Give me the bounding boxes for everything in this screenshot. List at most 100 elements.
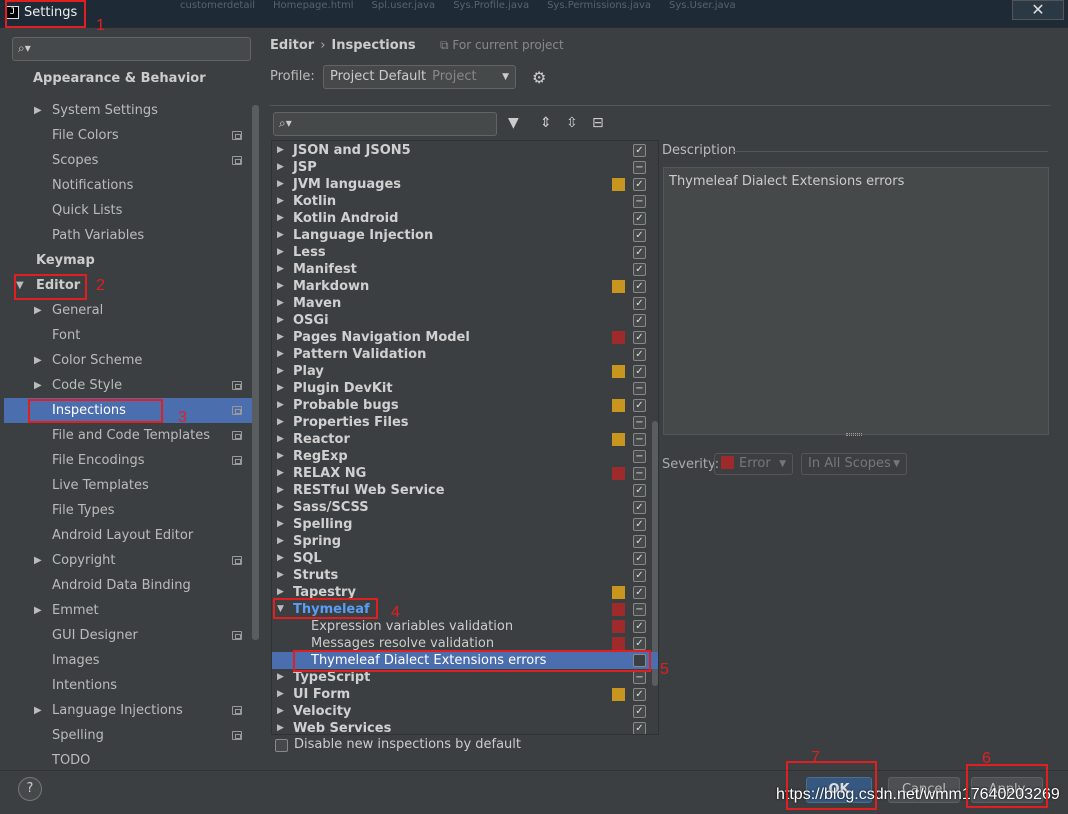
disable-new-inspections-checkbox[interactable] [275,739,288,752]
inspection-item[interactable]: Thymeleaf Dialect Extensions errors [272,652,658,669]
sidebar-item-system-settings[interactable]: ▶ System Settings [4,98,254,123]
inspection-group[interactable]: ▶ Pattern Validation ✓ [272,346,658,363]
chevron-right-icon[interactable]: ▶ [277,584,284,601]
inspection-group[interactable]: ▶ Web Services ✓ [272,720,658,734]
inspection-group[interactable]: ▶ SQL ✓ [272,550,658,567]
inspection-checkbox[interactable]: ✓ [633,348,646,361]
inspection-checkbox[interactable]: ✓ [633,399,646,412]
inspection-checkbox[interactable]: ✓ [633,246,646,259]
chevron-right-icon[interactable]: ▶ [277,227,284,244]
scope-select[interactable]: In All Scopes ▼ [801,453,907,475]
inspection-group[interactable]: ▼ Thymeleaf − [272,601,658,618]
sidebar-item-color-scheme[interactable]: ▶ Color Scheme [4,348,254,373]
sidebar-item-inspections[interactable]: Inspections [4,398,254,423]
inspection-checkbox[interactable]: ✓ [633,314,646,327]
chevron-right-icon[interactable]: ▶ [277,159,284,176]
inspection-checkbox[interactable]: ✓ [633,280,646,293]
inspection-checkbox[interactable]: − [633,433,646,446]
chevron-right-icon[interactable]: ▶ [277,278,284,295]
sidebar-item-font[interactable]: Font [4,323,254,348]
chevron-right-icon[interactable]: ▶ [277,669,284,686]
close-button[interactable]: ✕ [1012,0,1064,20]
inspection-checkbox[interactable]: − [633,671,646,684]
sidebar-item-notifications[interactable]: Notifications [4,173,254,198]
chevron-right-icon[interactable]: ▶ [277,363,284,380]
chevron-right-icon[interactable]: ▶ [277,720,284,734]
inspection-group[interactable]: ▶ UI Form ✓ [272,686,658,703]
inspection-group[interactable]: ▶ Manifest ✓ [272,261,658,278]
chevron-right-icon[interactable]: ▶ [34,598,42,623]
chevron-right-icon[interactable]: ▶ [277,193,284,210]
sidebar-item-language-injections[interactable]: ▶ Language Injections [4,698,254,723]
sidebar-item-emmet[interactable]: ▶ Emmet [4,598,254,623]
sidebar-item-intentions[interactable]: Intentions [4,673,254,698]
inspection-checkbox[interactable]: ✓ [633,637,646,650]
sidebar-item-gui-designer[interactable]: GUI Designer [4,623,254,648]
inspection-checkbox[interactable]: − [633,195,646,208]
sidebar-item-copyright[interactable]: ▶ Copyright [4,548,254,573]
chevron-right-icon[interactable]: ▶ [34,348,42,373]
inspection-group[interactable]: ▶ Less ✓ [272,244,658,261]
inspection-checkbox[interactable]: ✓ [633,365,646,378]
chevron-right-icon[interactable]: ▶ [277,380,284,397]
severity-select[interactable]: Error ▼ [714,453,793,475]
chevron-right-icon[interactable]: ▶ [34,373,42,398]
chevron-right-icon[interactable]: ▶ [277,686,284,703]
inspection-checkbox[interactable]: − [633,161,646,174]
chevron-right-icon[interactable]: ▶ [277,261,284,278]
chevron-right-icon[interactable]: ▶ [277,533,284,550]
inspection-filter-input[interactable]: ⌕▾ [273,112,497,136]
sidebar-item-path-variables[interactable]: Path Variables [4,223,254,248]
inspection-checkbox[interactable]: ✓ [633,705,646,718]
inspection-checkbox[interactable]: ✓ [633,722,646,734]
inspection-checkbox[interactable] [633,654,646,667]
chevron-right-icon[interactable]: ▶ [277,448,284,465]
inspection-item[interactable]: Messages resolve validation ✓ [272,635,658,652]
chevron-right-icon[interactable]: ▶ [277,397,284,414]
inspection-group[interactable]: ▶ OSGi ✓ [272,312,658,329]
sidebar-item-images[interactable]: Images [4,648,254,673]
sidebar-item-live-templates[interactable]: Live Templates [4,473,254,498]
chevron-down-icon[interactable]: ▼ [277,601,284,618]
inspection-checkbox[interactable]: ✓ [633,144,646,157]
inspection-group[interactable]: ▶ JSP − [272,159,658,176]
inspection-group[interactable]: ▶ JVM languages ✓ [272,176,658,193]
inspection-checkbox[interactable]: ✓ [633,569,646,582]
sidebar-item-general[interactable]: ▶ General [4,298,254,323]
help-button[interactable]: ? [18,777,42,801]
profile-select[interactable]: Project Default Project ▼ [323,65,516,89]
inspection-group[interactable]: ▶ Properties Files − [272,414,658,431]
inspection-group[interactable]: ▶ Kotlin − [272,193,658,210]
reset-icon[interactable]: ⊟ [592,115,604,131]
inspection-checkbox[interactable]: − [633,416,646,429]
inspection-checkbox[interactable]: ✓ [633,501,646,514]
inspection-group[interactable]: ▶ TypeScript − [272,669,658,686]
chevron-right-icon[interactable]: ▶ [277,210,284,227]
chevron-right-icon[interactable]: ▶ [34,98,42,123]
sidebar-search-input[interactable]: ⌕▾ [12,37,251,61]
inspection-checkbox[interactable]: − [633,603,646,616]
sidebar-item-file-and-code-templates[interactable]: File and Code Templates [4,423,254,448]
inspection-group[interactable]: ▶ Language Injection ✓ [272,227,658,244]
inspection-checkbox[interactable]: ✓ [633,212,646,225]
chevron-down-icon[interactable]: ▼ [16,273,24,298]
chevron-right-icon[interactable]: ▶ [277,431,284,448]
chevron-right-icon[interactable]: ▶ [34,548,42,573]
splitter-grip[interactable] [846,433,862,436]
chevron-right-icon[interactable]: ▶ [277,499,284,516]
inspection-group[interactable]: ▶ RELAX NG − [272,465,658,482]
inspection-checkbox[interactable]: ✓ [633,263,646,276]
filter-icon[interactable]: ▼ [508,115,519,131]
inspection-group[interactable]: ▶ Spring ✓ [272,533,658,550]
inspection-checkbox[interactable]: − [633,450,646,463]
inspection-group[interactable]: ▶ Tapestry ✓ [272,584,658,601]
sidebar-item-spelling[interactable]: Spelling [4,723,254,748]
inspection-item[interactable]: Expression variables validation ✓ [272,618,658,635]
chevron-right-icon[interactable]: ▶ [277,550,284,567]
chevron-right-icon[interactable]: ▶ [277,703,284,720]
chevron-right-icon[interactable]: ▶ [277,142,284,159]
sidebar-item-scopes[interactable]: Scopes [4,148,254,173]
inspection-checkbox[interactable]: ✓ [633,535,646,548]
inspection-checkbox[interactable]: ✓ [633,331,646,344]
sidebar-item-android-data-binding[interactable]: Android Data Binding [4,573,254,598]
